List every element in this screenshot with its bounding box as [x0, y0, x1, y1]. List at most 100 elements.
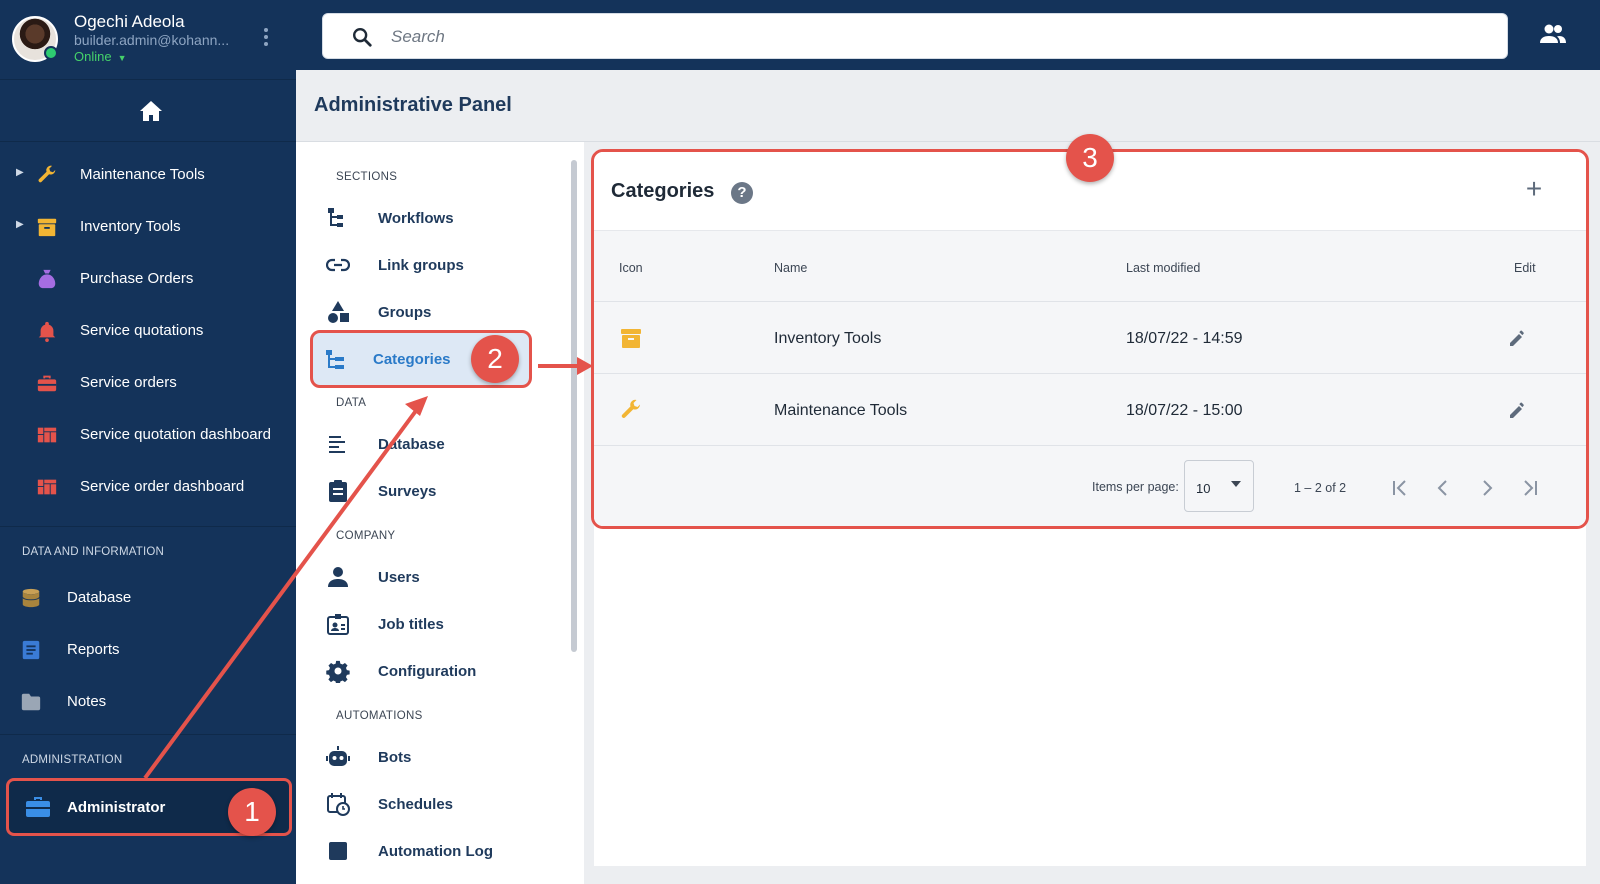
sidebar-item-maintenance-tools[interactable]: ▶ Maintenance Tools: [0, 151, 296, 201]
user-profile-block[interactable]: Ogechi Adeola builder.admin@kohann... On…: [0, 0, 296, 80]
sidebar-item-service-quotations[interactable]: Service quotations: [0, 307, 296, 357]
section-item-label: Automation Log: [378, 843, 493, 860]
column-header-last-modified[interactable]: Last modified: [1126, 261, 1200, 275]
items-per-page-value: 10: [1196, 481, 1211, 496]
sidebar-item-database[interactable]: Database: [0, 574, 296, 624]
section-item-users[interactable]: Users: [318, 555, 548, 599]
sidebar-item-label: Service quotation dashboard: [80, 426, 271, 443]
last-page-icon[interactable]: [1518, 476, 1542, 500]
sidebar-item-notes[interactable]: Notes: [0, 678, 296, 728]
card-title: Categories: [611, 180, 715, 202]
document-icon: [22, 640, 40, 660]
section-item-automation-log[interactable]: Automation Log: [318, 829, 548, 884]
caret-down-icon: ▼: [117, 52, 127, 63]
wrench-icon: [38, 165, 56, 183]
sidebar-divider: [0, 526, 296, 527]
section-item-label: Link groups: [378, 257, 464, 274]
column-header-edit: Edit: [1514, 261, 1536, 275]
category-name: Maintenance Tools: [774, 402, 908, 419]
robot-icon: [326, 746, 350, 766]
sidebar-item-inventory-tools[interactable]: ▶ Inventory Tools: [0, 203, 296, 253]
add-icon[interactable]: +: [1522, 175, 1546, 203]
sidebar-divider: [0, 734, 296, 735]
table-row[interactable]: Maintenance Tools 18/07/22 - 15:00: [594, 374, 1586, 446]
sidebar-item-label: Service orders: [80, 374, 177, 391]
people-icon[interactable]: [1539, 24, 1567, 44]
sidebar-item-label: Reports: [67, 641, 120, 658]
user-name: Ogechi Adeola: [74, 12, 185, 31]
items-per-page-select[interactable]: 10: [1184, 460, 1254, 512]
wrench-icon: [621, 399, 640, 418]
help-icon[interactable]: ?: [731, 182, 753, 204]
first-page-icon[interactable]: [1388, 476, 1412, 500]
section-heading-data-information: DATA AND INFORMATION: [22, 546, 165, 558]
section-item-groups[interactable]: Groups: [318, 290, 548, 334]
sidebar-item-label: Inventory Tools: [80, 218, 181, 235]
database-icon: [22, 588, 40, 608]
section-item-surveys[interactable]: Surveys: [318, 469, 548, 513]
bell-icon: [38, 321, 56, 342]
section-item-label: Job titles: [378, 616, 444, 633]
column-header-name[interactable]: Name: [774, 261, 807, 275]
sidebar-item-label: Service quotations: [80, 322, 204, 339]
section-item-label: Groups: [378, 304, 432, 321]
category-last-modified: 18/07/22 - 15:00: [1126, 402, 1243, 419]
section-item-workflows[interactable]: Workflows: [318, 196, 548, 240]
section-item-link-groups[interactable]: Link groups: [318, 243, 548, 287]
section-item-job-titles[interactable]: Job titles: [318, 602, 548, 646]
id-badge-icon: [327, 614, 349, 635]
sections-scrollbar[interactable]: [571, 160, 577, 652]
section-item-label: Schedules: [378, 796, 454, 813]
money-bag-icon: [38, 269, 56, 289]
category-last-modified: 18/07/22 - 14:59: [1126, 330, 1243, 347]
more-vertical-icon[interactable]: [262, 26, 270, 52]
step-badge-1: 1: [228, 788, 276, 836]
expand-arrow-icon[interactable]: ▶: [16, 167, 24, 178]
home-button[interactable]: [0, 80, 296, 142]
sidebar-item-label: Service order dashboard: [80, 478, 245, 495]
next-page-icon[interactable]: [1475, 476, 1499, 500]
table-header: Icon Name Last modified Edit: [594, 230, 1586, 302]
left-sidebar: Ogechi Adeola builder.admin@kohann... On…: [0, 0, 296, 884]
link-icon: [326, 258, 350, 272]
section-item-schedules[interactable]: Schedules: [318, 782, 548, 826]
edit-pencil-icon[interactable]: [1508, 400, 1528, 420]
user-email: builder.admin@kohann...: [74, 32, 230, 48]
step-badge-3: 3: [1066, 134, 1114, 182]
user-status-dropdown[interactable]: Online ▼: [74, 49, 127, 64]
section-heading-automations: AUTOMATIONS: [336, 710, 423, 722]
sidebar-item-service-quotation-dashboard[interactable]: Service quotation dashboard: [0, 411, 296, 461]
sidebar-item-purchase-orders[interactable]: Purchase Orders: [0, 255, 296, 305]
search-input[interactable]: [391, 23, 1391, 51]
previous-page-icon[interactable]: [1431, 476, 1455, 500]
categories-card: Categories ? + Icon Name Last modified E…: [591, 149, 1589, 529]
archive-box-icon: [37, 218, 57, 237]
section-item-categories[interactable]: Categories 2: [310, 330, 532, 388]
sidebar-item-service-orders[interactable]: Service orders: [0, 359, 296, 409]
dashboard-icon: [37, 427, 57, 443]
section-item-label: Configuration: [378, 663, 477, 680]
search-icon: [353, 28, 372, 47]
section-item-database[interactable]: Database: [318, 422, 548, 466]
top-bar: [296, 0, 1600, 70]
search-bar[interactable]: [322, 13, 1508, 59]
sidebar-item-reports[interactable]: Reports: [0, 626, 296, 676]
expand-arrow-icon[interactable]: ▶: [16, 219, 24, 230]
edit-pencil-icon[interactable]: [1508, 328, 1528, 348]
calendar-clock-icon: [327, 793, 350, 816]
section-item-label: Database: [378, 436, 445, 453]
workflow-icon: [328, 208, 343, 227]
section-item-configuration[interactable]: Configuration: [318, 649, 548, 693]
sections-menu: SECTIONS Workflows Link groups Groups Ca…: [296, 142, 584, 884]
category-tree-icon: [326, 350, 344, 369]
section-item-bots[interactable]: Bots: [318, 735, 548, 779]
table-row[interactable]: Inventory Tools 18/07/22 - 14:59: [594, 302, 1586, 374]
caret-down-icon: [1231, 481, 1241, 487]
list-lines-icon: [329, 436, 345, 453]
section-heading-sections: SECTIONS: [336, 171, 398, 183]
paginator: Items per page: 10 1 – 2 of 2: [594, 446, 1586, 526]
sidebar-item-service-order-dashboard[interactable]: Service order dashboard: [0, 463, 296, 513]
section-item-label: Bots: [378, 749, 412, 766]
section-item-label: Workflows: [378, 210, 454, 227]
toolbox-icon: [26, 797, 50, 817]
